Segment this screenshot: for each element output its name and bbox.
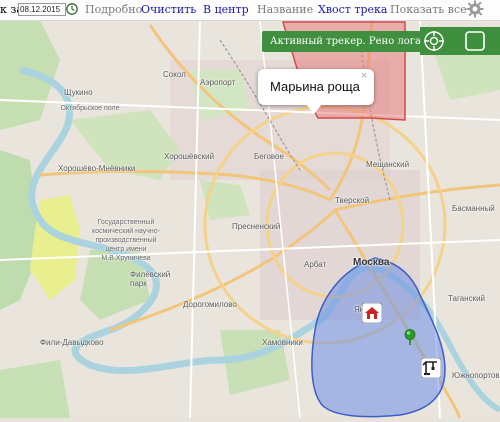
map-tiles bbox=[0, 0, 500, 419]
name-button[interactable]: Название bbox=[257, 3, 313, 17]
map-label-khoroshevo-mnevniki: Хорошёво-Мнёвники bbox=[58, 164, 136, 173]
details-button[interactable]: Подробно bbox=[85, 3, 142, 17]
map-label-arbat: Арбат bbox=[304, 260, 327, 269]
clear-button[interactable]: Очистить bbox=[141, 3, 196, 17]
date-input[interactable]: 08.12.2015 bbox=[18, 3, 66, 16]
tracker-controls bbox=[420, 27, 500, 55]
show-all-button[interactable]: Показать все bbox=[390, 3, 467, 17]
map-label-begovoe: Беговое bbox=[254, 152, 284, 161]
map-label-aeroport: Аэропорт bbox=[200, 78, 236, 87]
square-icon[interactable] bbox=[464, 30, 486, 52]
gear-icon[interactable] bbox=[466, 0, 484, 18]
map-label-dorogomilovo: Дорогомилово bbox=[183, 300, 237, 309]
calendar-icon[interactable] bbox=[66, 3, 78, 15]
center-button[interactable]: В центр bbox=[203, 3, 249, 17]
map-label-meshchansky: Мещанский bbox=[366, 160, 410, 169]
crosshair-icon[interactable] bbox=[423, 30, 445, 52]
track-tail-button[interactable]: Хвост трека bbox=[318, 3, 387, 17]
popup-pointer bbox=[306, 104, 322, 114]
map-label-khrunichev: Государственный космический научно-произ… bbox=[91, 219, 161, 262]
map-label-khamovniki: Хамовники bbox=[262, 338, 303, 347]
map-label-tverskoy: Тверской bbox=[335, 196, 370, 205]
map-label-filevsky-park: Филёвский парк bbox=[130, 270, 171, 288]
map-label-taganka: Таганский bbox=[448, 294, 486, 303]
toolbar: к за 08.12.2015 Подробно Очистить В цент… bbox=[0, 0, 500, 21]
close-icon[interactable]: × bbox=[361, 71, 367, 82]
map-popup: Марьина роща × bbox=[258, 69, 374, 105]
popup-title: Марьина роща bbox=[270, 79, 360, 94]
home-icon[interactable] bbox=[362, 303, 382, 323]
map-label-oktyabrskoe-pole: Октябрьское поле bbox=[60, 105, 120, 112]
crane-icon[interactable] bbox=[421, 358, 441, 378]
map-label-moskva: Москва bbox=[353, 257, 390, 268]
map-label-fili-davydkovo: Фили-Давыдково bbox=[40, 338, 104, 347]
map-label-presnensky: Пресненский bbox=[232, 222, 281, 231]
map-label-shchukino: Щукино bbox=[64, 88, 93, 97]
map-canvas[interactable]: Сокол Аэропорт Щукино Октябрьское поле Х… bbox=[0, 0, 500, 419]
map-label-yuzhnoportovy: Южнопортовы bbox=[452, 371, 500, 380]
map-label-khoroshevsky: Хорошёвский bbox=[164, 152, 215, 161]
map-label-sokol: Сокол bbox=[163, 70, 186, 79]
gps-marker-icon[interactable] bbox=[404, 329, 416, 345]
active-tracker-banner: Активный трекер. Рено логан bbox=[262, 31, 428, 52]
map-label-basmanny: Басманный bbox=[452, 204, 495, 213]
